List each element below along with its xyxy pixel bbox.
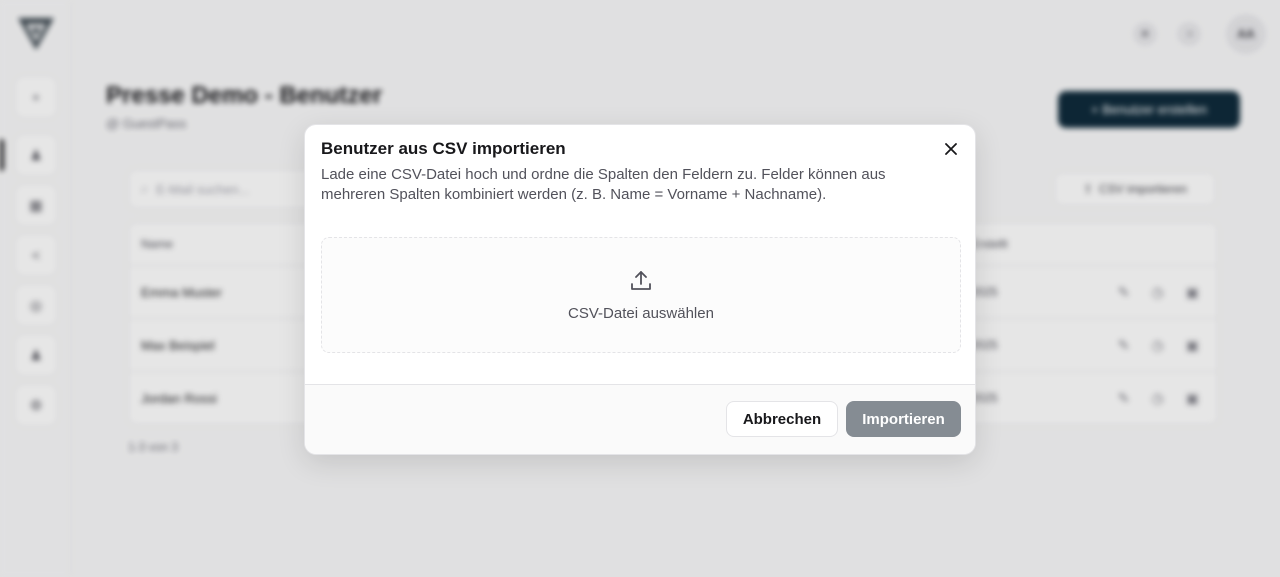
close-button[interactable]	[941, 139, 961, 159]
dropzone-label: CSV-Datei auswählen	[568, 304, 714, 322]
upload-icon	[631, 270, 651, 290]
import-button[interactable]: Importieren	[846, 401, 961, 437]
close-icon	[945, 143, 957, 155]
cancel-button[interactable]: Abbrechen	[726, 401, 838, 437]
dialog-description: Lade eine CSV-Datei hoch und ordne die S…	[321, 166, 886, 203]
dialog-footer: Abbrechen Importieren	[305, 384, 975, 454]
csv-file-dropzone[interactable]: CSV-Datei auswählen	[321, 237, 961, 353]
dialog-title: Benutzer aus CSV importieren	[321, 139, 566, 158]
csv-import-dialog: Benutzer aus CSV importieren Lade eine C…	[304, 124, 976, 455]
